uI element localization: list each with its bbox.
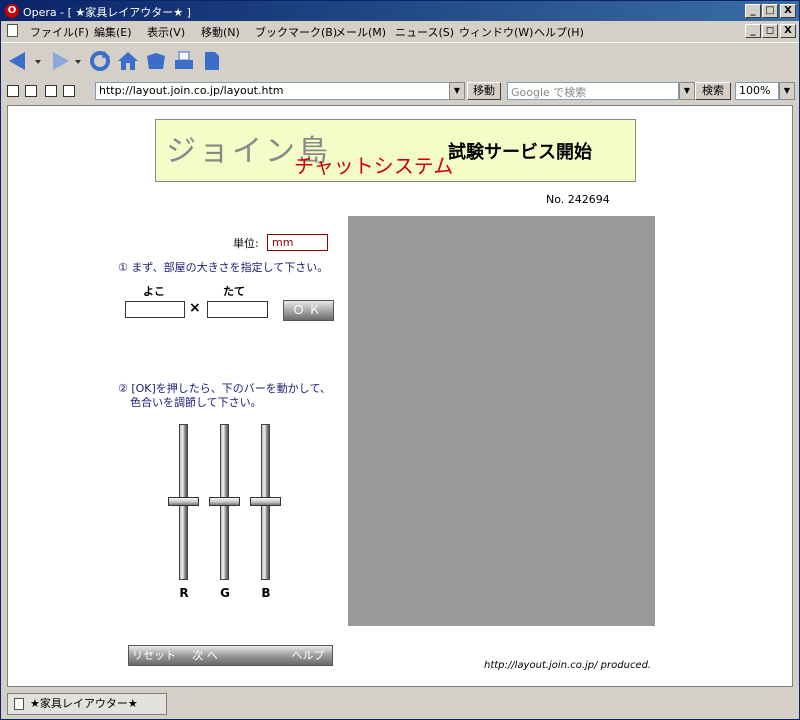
width-label: よこ <box>143 285 165 298</box>
url-input[interactable]: http://layout.join.co.jp/layout.htm <box>95 82 465 100</box>
title-bar: O Opera - [ ★家具レイアウター★ ] _ □ X <box>1 1 799 21</box>
security-icon[interactable] <box>7 85 19 97</box>
blue-slider-label: B <box>261 586 271 600</box>
help-button[interactable]: ヘルプ <box>283 646 333 665</box>
green-slider[interactable] <box>205 424 245 582</box>
visitor-counter: No. 242694 <box>546 193 610 206</box>
reset-button[interactable]: リセット <box>129 646 179 665</box>
mdi-minimize-button[interactable]: _ <box>745 24 761 38</box>
step2-line2: 色合いを調節して下さい。 <box>130 396 262 409</box>
step2-instruction: ② [OK]を押したら、下のバーを動かして、 色合いを調節して下さい。 <box>118 382 331 410</box>
height-input[interactable] <box>207 301 268 318</box>
menu-help[interactable]: ヘルプ(H) <box>534 24 584 40</box>
banner: ジョイン島 チャットシステム 試験サービス開始 <box>155 119 636 182</box>
address-bar: http://layout.join.co.jp/layout.htm ▼ 移動… <box>1 80 799 102</box>
page-content: ジョイン島 チャットシステム 試験サービス開始 No. 242694 単位: m… <box>7 105 793 687</box>
green-slider-thumb[interactable] <box>209 497 240 506</box>
width-input[interactable] <box>125 301 185 318</box>
produced-credit: http://layout.join.co.jp/ produced. <box>484 660 652 671</box>
menu-view[interactable]: 表示(V) <box>147 24 185 40</box>
blue-slider-thumb[interactable] <box>250 497 281 506</box>
menu-bar: ファイル(F) 編集(E) 表示(V) 移動(N) ブックマーク(B) メール(… <box>1 21 799 41</box>
back-icon[interactable] <box>7 50 29 72</box>
banner-headline: 試験サービス開始 <box>448 142 592 163</box>
menu-bookmarks[interactable]: ブックマーク(B) <box>255 24 337 40</box>
search-engine-dropdown-icon[interactable]: ▼ <box>679 82 695 100</box>
browser-window: O Opera - [ ★家具レイアウター★ ] _ □ X ファイル(F) 編… <box>0 0 800 720</box>
page-info-icon[interactable] <box>45 85 57 97</box>
unit-select[interactable]: mm <box>267 234 328 251</box>
search-button[interactable]: 検索 <box>695 82 731 100</box>
page-icon[interactable] <box>201 50 223 72</box>
maximize-button[interactable]: □ <box>762 4 778 18</box>
unit-label: 単位: <box>233 237 259 250</box>
forward-dropdown-icon[interactable] <box>73 50 83 72</box>
banner-subtitle: チャットシステム <box>294 154 454 178</box>
tab-bar: ★家具レイアウター★ <box>1 689 799 719</box>
action-button-row: リセット 次 へ ヘルプ <box>128 645 333 666</box>
menu-file[interactable]: ファイル(F) <box>30 24 89 40</box>
next-button[interactable]: 次 へ <box>179 646 231 665</box>
opera-logo-icon: O <box>5 4 19 18</box>
camera-icon[interactable] <box>25 85 37 97</box>
zoom-dropdown-icon[interactable]: ▼ <box>779 82 795 100</box>
menu-window[interactable]: ウィンドウ(W) <box>459 24 533 40</box>
page-tab-title: ★家具レイアウター★ <box>30 697 138 710</box>
menu-navigate[interactable]: 移動(N) <box>201 24 240 40</box>
zoom-field[interactable]: 100% <box>735 82 779 100</box>
reload-icon[interactable] <box>89 50 111 72</box>
menu-edit[interactable]: 編集(E) <box>94 24 132 40</box>
times-symbol: × <box>189 300 201 316</box>
close-button[interactable]: X <box>780 4 796 18</box>
room-preview-canvas[interactable] <box>348 216 655 626</box>
red-slider-label: R <box>179 586 189 600</box>
back-dropdown-icon[interactable] <box>33 50 43 72</box>
tab-page-icon <box>14 698 24 710</box>
print-icon[interactable] <box>173 50 195 72</box>
minimize-button[interactable]: _ <box>745 4 761 18</box>
hotlist-icon[interactable] <box>145 50 167 72</box>
toolbar <box>1 42 799 80</box>
mdi-restore-button[interactable]: ◻ <box>762 24 778 38</box>
menu-mail[interactable]: メール(M) <box>335 24 386 40</box>
red-slider-thumb[interactable] <box>168 497 199 506</box>
menu-news[interactable]: ニュース(S) <box>395 24 454 40</box>
forward-icon[interactable] <box>49 50 71 72</box>
home-icon[interactable] <box>117 50 139 72</box>
blue-slider[interactable] <box>246 424 286 582</box>
document-icon <box>7 24 18 37</box>
ok-button[interactable]: ＯＫ <box>283 300 334 321</box>
page-tab[interactable]: ★家具レイアウター★ <box>7 693 167 715</box>
print-preview-icon[interactable] <box>63 85 75 97</box>
search-input[interactable]: Google で検索 <box>507 82 679 100</box>
green-slider-label: G <box>220 586 230 600</box>
step1-instruction: ① まず、部屋の大きさを指定して下さい。 <box>118 261 329 274</box>
url-dropdown-icon[interactable]: ▼ <box>449 82 465 100</box>
go-button[interactable]: 移動 <box>467 82 501 100</box>
red-slider[interactable] <box>164 424 204 582</box>
height-label: たて <box>223 285 245 298</box>
window-title: Opera - [ ★家具レイアウター★ ] <box>23 6 191 19</box>
mdi-close-button[interactable]: X <box>780 24 796 38</box>
step2-line1: ② [OK]を押したら、下のバーを動かして、 <box>118 382 331 395</box>
